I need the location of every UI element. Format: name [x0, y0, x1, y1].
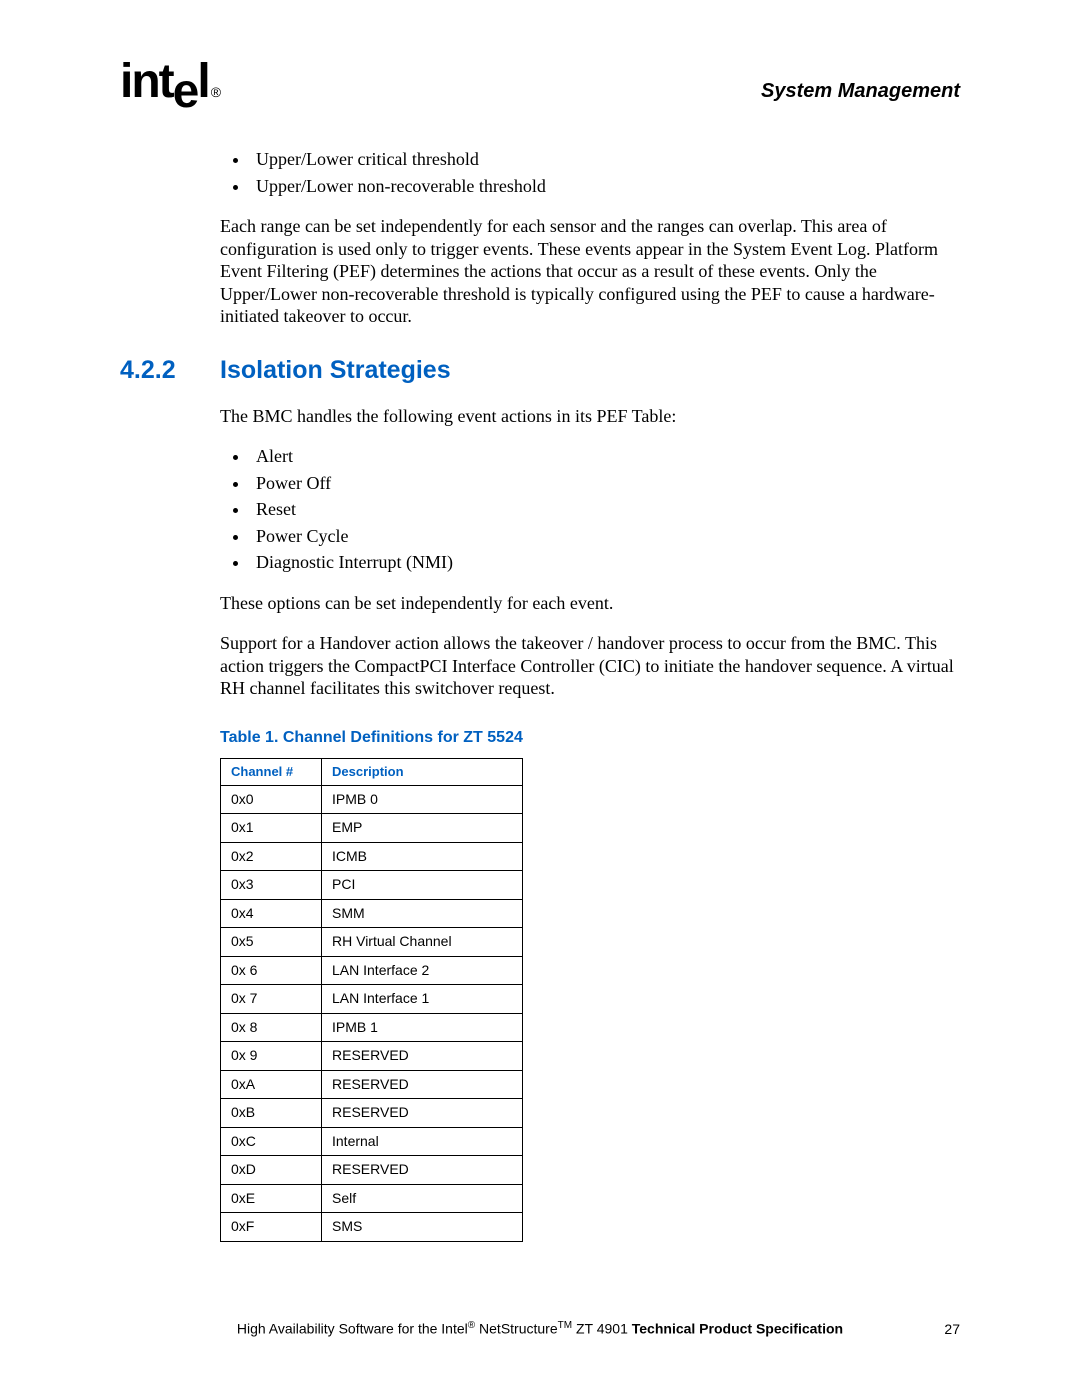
table-row: 0x2ICMB	[221, 842, 523, 871]
page: intel® System Management Upper/Lower cri…	[0, 0, 1080, 1397]
cell-channel: 0xD	[221, 1156, 322, 1185]
table-caption: Table 1. Channel Definitions for ZT 5524	[220, 728, 960, 748]
cell-description: IPMB 1	[322, 1013, 523, 1042]
cell-description: LAN Interface 2	[322, 956, 523, 985]
cell-description: Self	[322, 1184, 523, 1213]
threshold-list: Upper/Lower critical threshold Upper/Low…	[220, 148, 960, 197]
section-title: Isolation Strategies	[220, 356, 451, 385]
table-row: 0x4SMM	[221, 899, 523, 928]
table-row: 0xFSMS	[221, 1213, 523, 1242]
cell-channel: 0xA	[221, 1070, 322, 1099]
table-row: 0xESelf	[221, 1184, 523, 1213]
cell-channel: 0xF	[221, 1213, 322, 1242]
cell-description: IPMB 0	[322, 785, 523, 814]
list-item: Upper/Lower non-recoverable threshold	[250, 175, 960, 198]
cell-description: EMP	[322, 814, 523, 843]
paragraph-bmc-handles: The BMC handles the following event acti…	[220, 405, 960, 428]
cell-channel: 0xC	[221, 1127, 322, 1156]
table-row: 0x0IPMB 0	[221, 785, 523, 814]
cell-description: RESERVED	[322, 1156, 523, 1185]
list-item: Alert	[250, 445, 960, 468]
section-content: The BMC handles the following event acti…	[220, 405, 960, 1242]
list-item: Power Off	[250, 472, 960, 495]
page-header: intel® System Management	[120, 60, 960, 108]
table-row: 0x 8IPMB 1	[221, 1013, 523, 1042]
cell-description: SMM	[322, 899, 523, 928]
body-content: Upper/Lower critical threshold Upper/Low…	[220, 148, 960, 328]
cell-channel: 0x0	[221, 785, 322, 814]
cell-description: ICMB	[322, 842, 523, 871]
cell-channel: 0x 6	[221, 956, 322, 985]
page-footer: High Availability Software for the Intel…	[0, 1320, 1080, 1337]
paragraph-options: These options can be set independently f…	[220, 592, 960, 615]
list-item: Diagnostic Interrupt (NMI)	[250, 551, 960, 574]
section-heading-4-2-2: 4.2.2 Isolation Strategies	[120, 356, 960, 385]
registered-mark: ®	[211, 84, 219, 100]
paragraph-handover: Support for a Handover action allows the…	[220, 632, 960, 700]
table-row: 0xARESERVED	[221, 1070, 523, 1099]
footer-text-mid: NetStructure	[475, 1321, 557, 1337]
cell-description: LAN Interface 1	[322, 985, 523, 1014]
cell-description: RH Virtual Channel	[322, 928, 523, 957]
cell-channel: 0x 9	[221, 1042, 322, 1071]
cell-channel: 0x 8	[221, 1013, 322, 1042]
list-item: Reset	[250, 498, 960, 521]
table-row: 0x 6LAN Interface 2	[221, 956, 523, 985]
page-number: 27	[944, 1321, 960, 1337]
channel-definitions-table: Channel # Description 0x0IPMB 00x1EMP0x2…	[220, 758, 523, 1242]
cell-channel: 0x2	[221, 842, 322, 871]
table-row: 0x 7LAN Interface 1	[221, 985, 523, 1014]
cell-channel: 0x 7	[221, 985, 322, 1014]
table-header-description: Description	[322, 758, 523, 785]
list-item: Power Cycle	[250, 525, 960, 548]
cell-channel: 0x3	[221, 871, 322, 900]
table-row: 0x 9RESERVED	[221, 1042, 523, 1071]
cell-description: RESERVED	[322, 1042, 523, 1071]
paragraph-ranges: Each range can be set independently for …	[220, 215, 960, 328]
cell-channel: 0x5	[221, 928, 322, 957]
cell-description: SMS	[322, 1213, 523, 1242]
trademark-mark: TM	[558, 1320, 572, 1331]
table-row: 0xBRESERVED	[221, 1099, 523, 1128]
cell-channel: 0xB	[221, 1099, 322, 1128]
cell-channel: 0x4	[221, 899, 322, 928]
intel-logo: intel®	[120, 58, 217, 106]
table-row: 0x1EMP	[221, 814, 523, 843]
cell-channel: 0x1	[221, 814, 322, 843]
cell-channel: 0xE	[221, 1184, 322, 1213]
footer-text-prefix: High Availability Software for the Intel	[237, 1321, 468, 1337]
footer-text-suffix: ZT 4901	[572, 1321, 632, 1337]
table-row: 0xDRESERVED	[221, 1156, 523, 1185]
cell-description: RESERVED	[322, 1070, 523, 1099]
chapter-title: System Management	[761, 80, 960, 103]
list-item: Upper/Lower critical threshold	[250, 148, 960, 171]
actions-list: Alert Power Off Reset Power Cycle Diagno…	[220, 445, 960, 574]
table-row: 0x5RH Virtual Channel	[221, 928, 523, 957]
cell-description: Internal	[322, 1127, 523, 1156]
footer-text-bold: Technical Product Specification	[632, 1321, 843, 1337]
table-header-channel: Channel #	[221, 758, 322, 785]
table-row: 0xCInternal	[221, 1127, 523, 1156]
table-row: 0x3PCI	[221, 871, 523, 900]
cell-description: PCI	[322, 871, 523, 900]
cell-description: RESERVED	[322, 1099, 523, 1128]
section-number: 4.2.2	[120, 356, 220, 385]
